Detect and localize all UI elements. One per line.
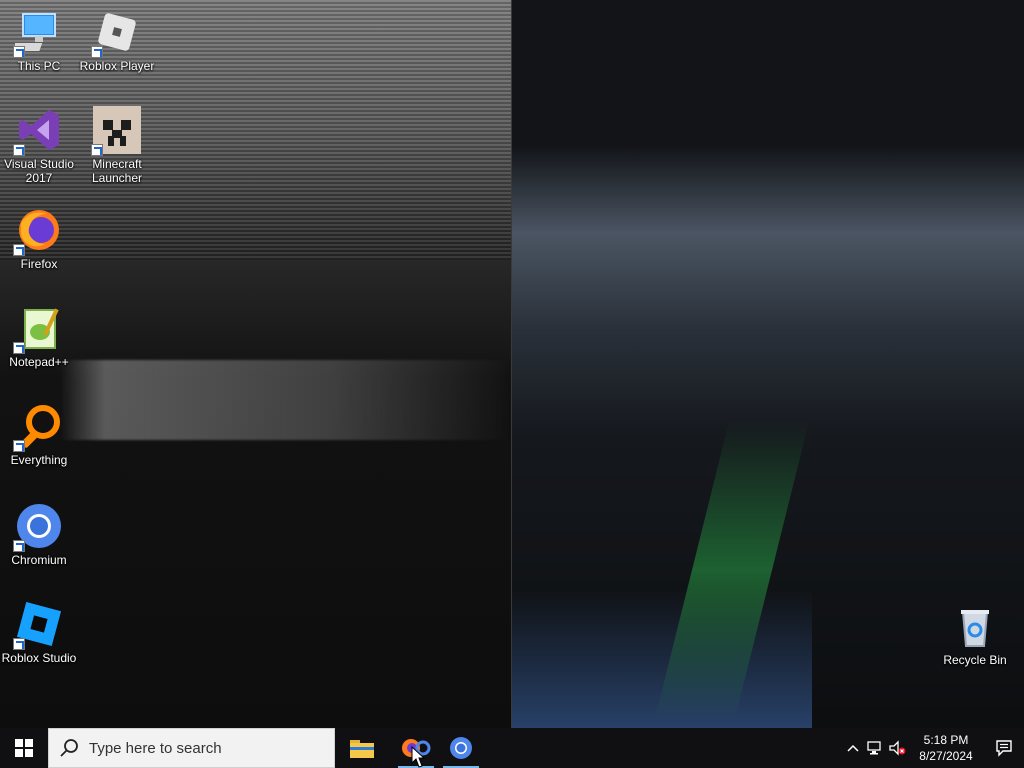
computer-icon (7, 8, 63, 58)
icon-label: Recycle Bin (943, 653, 1007, 667)
icon-label: Chromium (11, 553, 67, 567)
chevron-up-icon (847, 744, 859, 752)
start-button[interactable] (0, 728, 48, 768)
desktop-icon-recycle-bin[interactable]: Recycle Bin (936, 602, 1014, 667)
volume-muted-icon (889, 740, 906, 756)
chromium-icon (450, 737, 472, 759)
desktop-icon-visual-studio[interactable]: Visual Studio 2017 (0, 106, 78, 185)
network-button[interactable] (864, 728, 886, 768)
icon-label: Minecraft Launcher (91, 157, 143, 185)
network-icon (867, 741, 881, 755)
desktop-icon-roblox-studio[interactable]: Roblox Studio (0, 600, 78, 665)
action-center-button[interactable] (984, 728, 1024, 768)
taskbar-clock[interactable]: 5:18 PM 8/27/2024 (908, 732, 984, 764)
icon-label: Everything (10, 453, 68, 467)
desktop-icon-roblox-player[interactable]: Roblox Player (78, 8, 156, 73)
taskbar-chromium[interactable] (437, 728, 485, 768)
roblox-studio-icon (13, 600, 63, 650)
desktop-icon-this-pc[interactable]: This PC (0, 8, 78, 73)
desktop-icon-chromium[interactable]: Chromium (0, 502, 78, 567)
desktop-icon-firefox[interactable]: Firefox (0, 206, 78, 271)
taskbar: Type here to search 5:18 PM 8/27/2024 (0, 728, 1024, 768)
icon-label: Visual Studio 2017 (4, 157, 74, 185)
firefox-icon (13, 206, 63, 256)
mouse-cursor-icon (411, 746, 425, 768)
windows-icon (15, 739, 33, 757)
icon-label: Firefox (20, 257, 58, 271)
search-icon (60, 739, 78, 757)
taskbar-file-explorer[interactable] (338, 728, 386, 768)
desktop-icon-notepad-plus-plus[interactable]: Notepad++ (0, 304, 78, 369)
roblox-icon (91, 8, 141, 58)
taskbar-search-box[interactable]: Type here to search (48, 728, 335, 768)
visual-studio-icon (13, 106, 63, 156)
volume-button[interactable] (886, 728, 908, 768)
icon-label: Roblox Player (79, 59, 155, 73)
show-hidden-icons-button[interactable] (842, 728, 864, 768)
everything-search-icon (13, 402, 63, 452)
clock-date: 8/27/2024 (919, 749, 973, 763)
notepad-plus-plus-icon (13, 304, 63, 354)
system-tray: 5:18 PM 8/27/2024 (842, 728, 1024, 768)
notification-icon (996, 740, 1012, 757)
desktop: This PC Roblox Player Visual Studio 2017 (0, 0, 1024, 728)
recycle-bin-icon (951, 602, 999, 650)
icon-label: This PC (17, 59, 61, 73)
clock-time: 5:18 PM (923, 733, 969, 747)
chromium-icon (13, 502, 63, 552)
minecraft-icon (91, 106, 141, 156)
folder-icon (350, 740, 374, 758)
desktop-icon-minecraft-launcher[interactable]: Minecraft Launcher (78, 106, 156, 185)
desktop-icon-everything[interactable]: Everything (0, 402, 78, 467)
icon-label: Notepad++ (9, 355, 69, 369)
icon-label: Roblox Studio (1, 651, 77, 665)
search-placeholder: Type here to search (89, 739, 222, 757)
